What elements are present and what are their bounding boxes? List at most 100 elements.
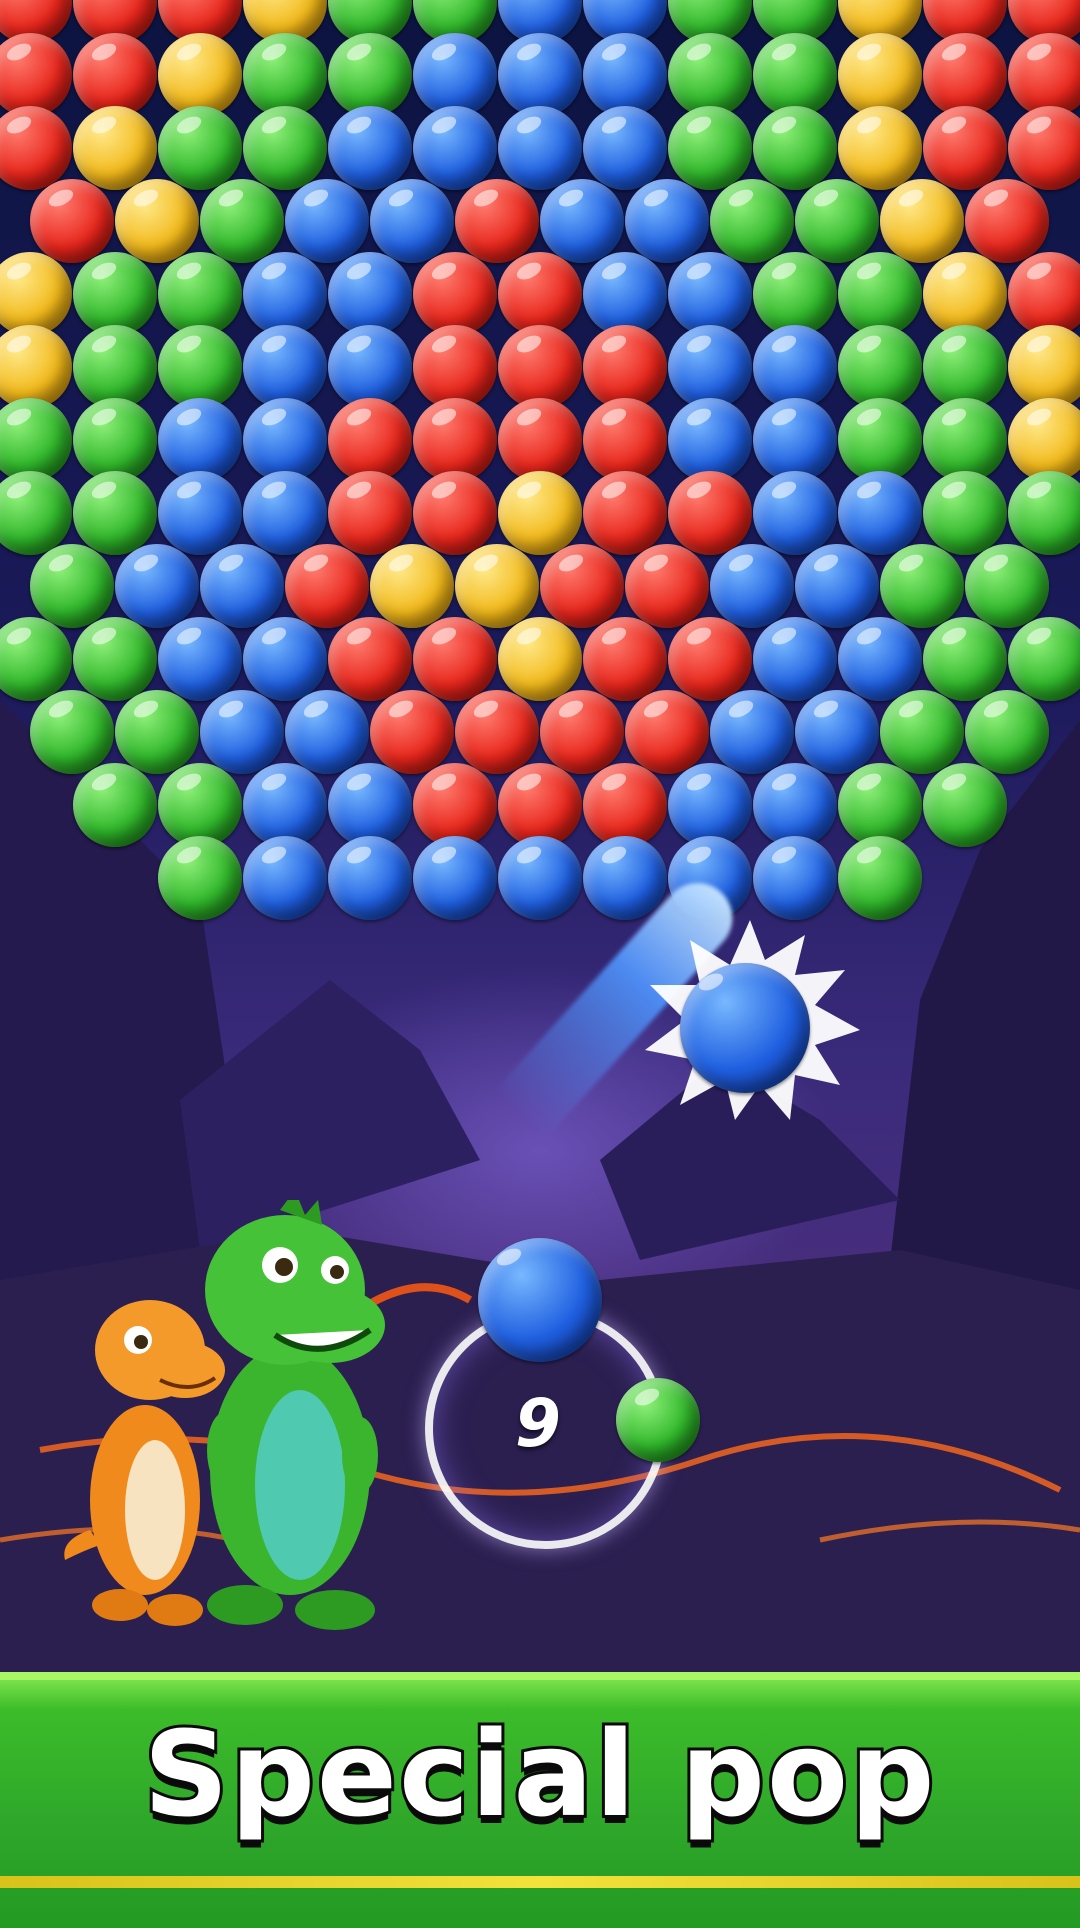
blue-bubble [243,617,327,701]
orange-dino [64,1300,225,1626]
red-bubble [923,33,1007,117]
blue-bubble [370,179,454,263]
yellow-bubble [1008,398,1080,482]
green-bubble [200,179,284,263]
red-bubble [455,690,539,774]
green-bubble [73,763,157,847]
green-bubble [668,33,752,117]
blue-bubble [668,398,752,482]
red-bubble [413,398,497,482]
green-bubble [923,471,1007,555]
green-bubble [838,325,922,409]
banner-title: Special pop [140,1702,937,1846]
green-bubble [158,252,242,336]
blue-bubble [753,836,837,920]
red-bubble [413,252,497,336]
red-bubble [965,179,1049,263]
blue-bubble [285,690,369,774]
red-bubble [413,325,497,409]
blue-bubble [328,252,412,336]
green-bubble [668,106,752,190]
yellow-bubble [370,544,454,628]
blue-bubble [158,471,242,555]
blue-bubble [795,544,879,628]
blue-bubble [540,179,624,263]
green-bubble [158,763,242,847]
green-bubble [115,690,199,774]
yellow-bubble [158,33,242,117]
red-bubble [668,617,752,701]
yellow-bubble [0,325,72,409]
green-bubble [880,690,964,774]
blue-bubble [328,106,412,190]
red-bubble [498,763,582,847]
blue-bubble [668,763,752,847]
blue-bubble [243,763,327,847]
green-bubble [328,33,412,117]
yellow-bubble [838,33,922,117]
next-bubble[interactable] [616,1378,700,1462]
green-bubble [965,690,1049,774]
yellow-bubble [115,179,199,263]
red-bubble [540,544,624,628]
red-bubble [328,398,412,482]
green-bubble [923,617,1007,701]
blue-bubble [668,325,752,409]
red-bubble [1008,252,1080,336]
red-bubble [1008,33,1080,117]
red-bubble [285,544,369,628]
red-bubble [413,471,497,555]
green-bubble [838,763,922,847]
green-bubble [1008,471,1080,555]
yellow-bubble [880,179,964,263]
green-bubble [923,763,1007,847]
red-bubble [540,690,624,774]
blue-bubble [243,471,327,555]
blue-bubble [115,544,199,628]
blue-bubble [753,617,837,701]
red-bubble [0,33,72,117]
red-bubble [73,33,157,117]
blue-bubble [710,690,794,774]
blue-bubble [583,252,667,336]
green-bubble [0,471,72,555]
blue-bubble [838,471,922,555]
blue-bubble [413,106,497,190]
red-bubble [583,617,667,701]
green-bubble [838,836,922,920]
blue-bubble [838,617,922,701]
red-bubble [30,179,114,263]
green-bubble [753,33,837,117]
blue-bubble [753,471,837,555]
yellow-bubble [455,544,539,628]
blue-bubble [583,106,667,190]
green-bubble [158,325,242,409]
green-bubble [923,398,1007,482]
green-bubble [243,106,327,190]
red-bubble [668,471,752,555]
red-bubble [328,471,412,555]
red-bubble [413,763,497,847]
blue-bubble [753,398,837,482]
green-bubble [73,252,157,336]
red-bubble [1008,106,1080,190]
yellow-bubble [1008,325,1080,409]
green-bubble [795,179,879,263]
red-bubble [583,325,667,409]
current-bubble[interactable] [478,1238,602,1362]
yellow-bubble [923,252,1007,336]
fired-bubble [680,963,810,1093]
blue-bubble [285,179,369,263]
green-bubble [73,325,157,409]
green-bubble [73,617,157,701]
yellow-bubble [73,106,157,190]
green-bubble [838,398,922,482]
red-bubble [583,398,667,482]
shots-remaining-counter: 9 [515,1385,561,1462]
yellow-bubble [0,252,72,336]
green-bubble [838,252,922,336]
blue-bubble [413,836,497,920]
blue-bubble [328,325,412,409]
red-bubble [625,690,709,774]
green-bubble [965,544,1049,628]
